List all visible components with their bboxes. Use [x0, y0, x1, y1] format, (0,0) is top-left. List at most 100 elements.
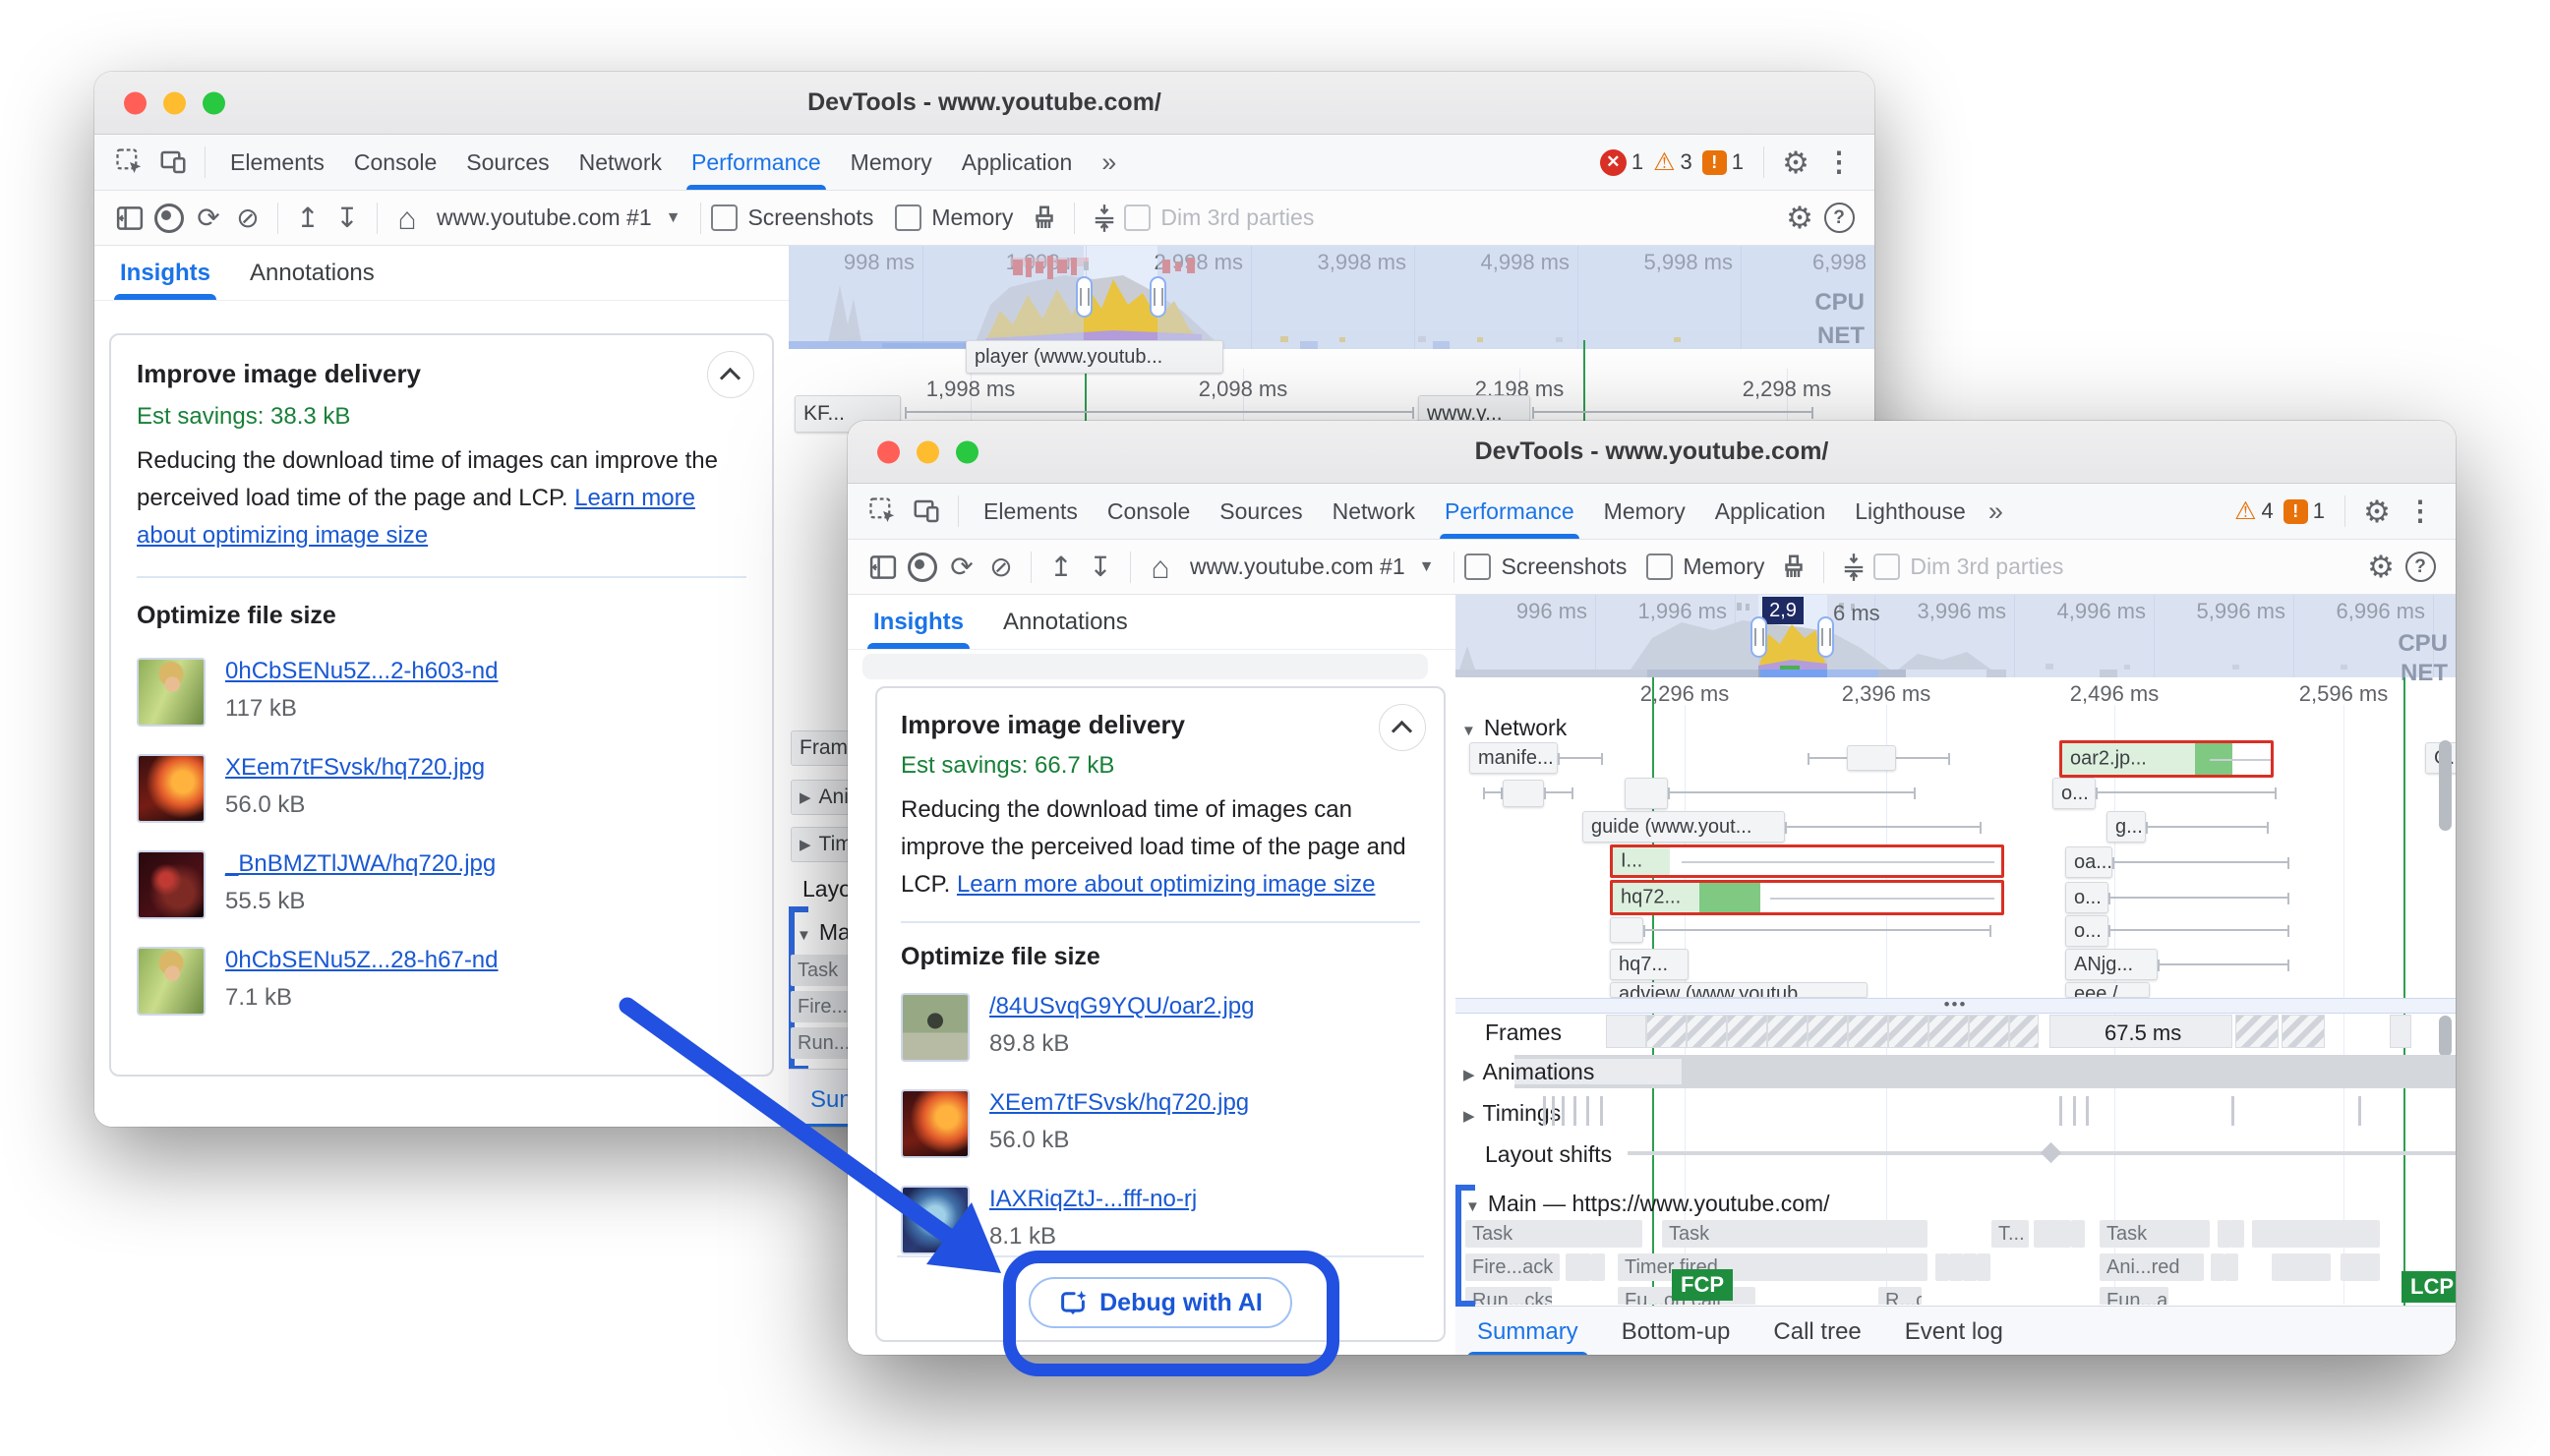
screenshots-checkbox[interactable] [711, 204, 738, 231]
network-request-flagged[interactable]: hq72... [1610, 880, 2004, 915]
tab-insights[interactable]: Insights [873, 595, 964, 649]
track-label-main[interactable]: ▼Main — https://www.youtube.com/ [1465, 1191, 1830, 1217]
zoom-window-button[interactable] [203, 91, 225, 114]
task-chip[interactable]: Run...cks [1465, 1287, 1552, 1305]
network-request-pill[interactable]: o... [2065, 915, 2108, 947]
settings-gear-icon[interactable]: ⚙ [1780, 199, 1819, 238]
network-request-flagged[interactable]: oar2.jp... [2059, 740, 2274, 778]
profile-select[interactable]: www.youtube.com #1▼ [1180, 553, 1444, 580]
tab-lighthouse[interactable]: Lighthouse [1840, 484, 1981, 539]
track-label-layout-shifts[interactable]: Layout shifts [1485, 1141, 1612, 1168]
network-request-box[interactable] [1503, 780, 1544, 807]
tab-network[interactable]: Network [1318, 484, 1430, 539]
warning-count-icon[interactable]: ⚠ [1653, 150, 1675, 175]
zoom-window-button[interactable] [956, 440, 978, 463]
download-profile-icon[interactable]: ↧ [327, 199, 367, 238]
more-tabs-icon[interactable]: » [1087, 135, 1131, 190]
task-chip[interactable]: Task [2100, 1220, 2210, 1248]
learn-more-link[interactable]: Learn more about optimizing image size [957, 871, 1376, 898]
tab-bottom-up[interactable]: Bottom-up [1600, 1307, 1752, 1355]
task-chip[interactable]: Fire...ack [1465, 1253, 1560, 1281]
tab-console[interactable]: Console [1093, 484, 1205, 539]
task-chip[interactable]: Fun...all [2100, 1287, 2168, 1305]
record-icon[interactable] [903, 548, 942, 587]
network-request-pill[interactable]: o... [2065, 882, 2108, 913]
gc-brush-icon[interactable] [1774, 548, 1813, 587]
network-request-pill[interactable]: eee / [2065, 982, 2150, 998]
network-overflow-row[interactable]: ••• [1455, 998, 2456, 1014]
selection-handle-left[interactable] [1076, 276, 1093, 318]
tab-call-tree[interactable]: Call tree [1751, 1307, 1882, 1355]
tab-sources[interactable]: Sources [451, 135, 563, 190]
file-link[interactable]: XEem7tFSvsk/hq720.jpg [989, 1089, 1249, 1116]
minimize-window-button[interactable] [917, 440, 939, 463]
tab-network[interactable]: Network [564, 135, 677, 190]
kebab-menu-icon[interactable]: ⋮ [1820, 144, 1858, 181]
file-link[interactable]: IAXRiqZtJ-...fff-no-rj [989, 1186, 1197, 1212]
clear-icon[interactable]: ⊘ [228, 199, 267, 238]
task-chip[interactable]: Ani...red [2100, 1253, 2204, 1281]
title-bar[interactable]: DevTools - www.youtube.com/ [848, 421, 2456, 484]
network-request-pill[interactable]: manife... [1469, 742, 1558, 774]
network-request-pill[interactable]: guide (www.yout... [1582, 811, 1785, 843]
tab-memory[interactable]: Memory [836, 135, 947, 190]
close-window-button[interactable] [877, 440, 900, 463]
debug-with-ai-button[interactable]: Debug with AI [1029, 1277, 1292, 1328]
reload-record-icon[interactable]: ⟳ [189, 199, 228, 238]
dim-3rd-parties-checkbox[interactable] [1873, 553, 1900, 580]
help-icon[interactable]: ? [2401, 548, 2440, 587]
clear-icon[interactable]: ⊘ [981, 548, 1021, 587]
track-label-timings[interactable]: ▶Timings [1463, 1100, 1561, 1127]
collapse-insight-button[interactable] [1379, 704, 1426, 751]
settings-gear-icon[interactable]: ⚙ [2361, 548, 2401, 587]
network-request-box[interactable] [1625, 778, 1668, 809]
track-label-animations[interactable]: ▶Animations [1463, 1059, 1594, 1085]
network-request-pill[interactable]: hq7... [1610, 949, 1689, 980]
upload-profile-icon[interactable]: ↥ [1041, 548, 1081, 587]
selection-handle-left[interactable] [1750, 616, 1767, 658]
title-bar[interactable]: DevTools - www.youtube.com/ [94, 72, 1874, 135]
network-request-pill[interactable]: o... [2052, 778, 2096, 809]
task-chip[interactable]: Timer fired [1618, 1253, 1927, 1281]
tab-memory[interactable]: Memory [1589, 484, 1700, 539]
task-chip[interactable]: Task [1662, 1220, 1927, 1248]
network-request-box[interactable] [1847, 745, 1896, 771]
tab-sources[interactable]: Sources [1205, 484, 1317, 539]
device-toolbar-icon[interactable] [154, 144, 192, 181]
selection-handle-right[interactable] [1150, 276, 1166, 318]
file-link[interactable]: XEem7tFSvsk/hq720.jpg [225, 754, 485, 781]
tab-performance[interactable]: Performance [677, 135, 836, 190]
settings-gear-icon[interactable]: ⚙ [1777, 144, 1814, 181]
home-icon[interactable]: ⌂ [387, 199, 427, 238]
tab-summary[interactable]: Summary [1455, 1307, 1600, 1355]
selection-handle-right[interactable] [1817, 616, 1834, 658]
tab-console[interactable]: Console [339, 135, 451, 190]
issues-icon[interactable]: ! [2283, 499, 2308, 524]
layout-shift-marker[interactable] [2041, 1142, 2061, 1163]
dim-3rd-parties-checkbox[interactable] [1124, 204, 1151, 231]
screenshots-checkbox[interactable] [1464, 553, 1491, 580]
collapse-insight-button[interactable] [707, 351, 754, 398]
network-request-pill[interactable]: adview (www.youtub [1610, 982, 1868, 998]
toggle-sidebar-icon[interactable] [110, 199, 149, 238]
task-chip[interactable]: R...c [1878, 1287, 1922, 1305]
scrollbar-thumb[interactable] [2439, 740, 2452, 831]
download-profile-icon[interactable]: ↧ [1081, 548, 1120, 587]
error-count-icon[interactable]: ✕ [1600, 149, 1627, 176]
profile-select[interactable]: www.youtube.com #1▼ [427, 204, 690, 231]
warning-count-icon[interactable]: ⚠ [2234, 499, 2256, 524]
scrollbar-thumb[interactable] [2439, 1016, 2452, 1057]
timeline-overview[interactable]: 998 ms 1,998 n 2,998 ms 3,998 ms 4,998 m… [789, 246, 1874, 349]
upload-profile-icon[interactable]: ↥ [288, 199, 327, 238]
network-request-flagged[interactable]: I... [1610, 844, 2004, 878]
file-link[interactable]: 0hCbSENu5Z...2-h603-nd [225, 658, 499, 684]
inspect-icon[interactable] [864, 493, 902, 530]
gc-brush-icon[interactable] [1025, 199, 1064, 238]
tab-event-log[interactable]: Event log [1883, 1307, 2025, 1355]
tab-elements[interactable]: Elements [969, 484, 1093, 539]
kebab-menu-icon[interactable]: ⋮ [2402, 493, 2439, 530]
network-request-box[interactable] [1610, 917, 1643, 943]
tab-performance[interactable]: Performance [1430, 484, 1589, 539]
toggle-sidebar-icon[interactable] [863, 548, 903, 587]
tab-annotations[interactable]: Annotations [1003, 595, 1128, 649]
